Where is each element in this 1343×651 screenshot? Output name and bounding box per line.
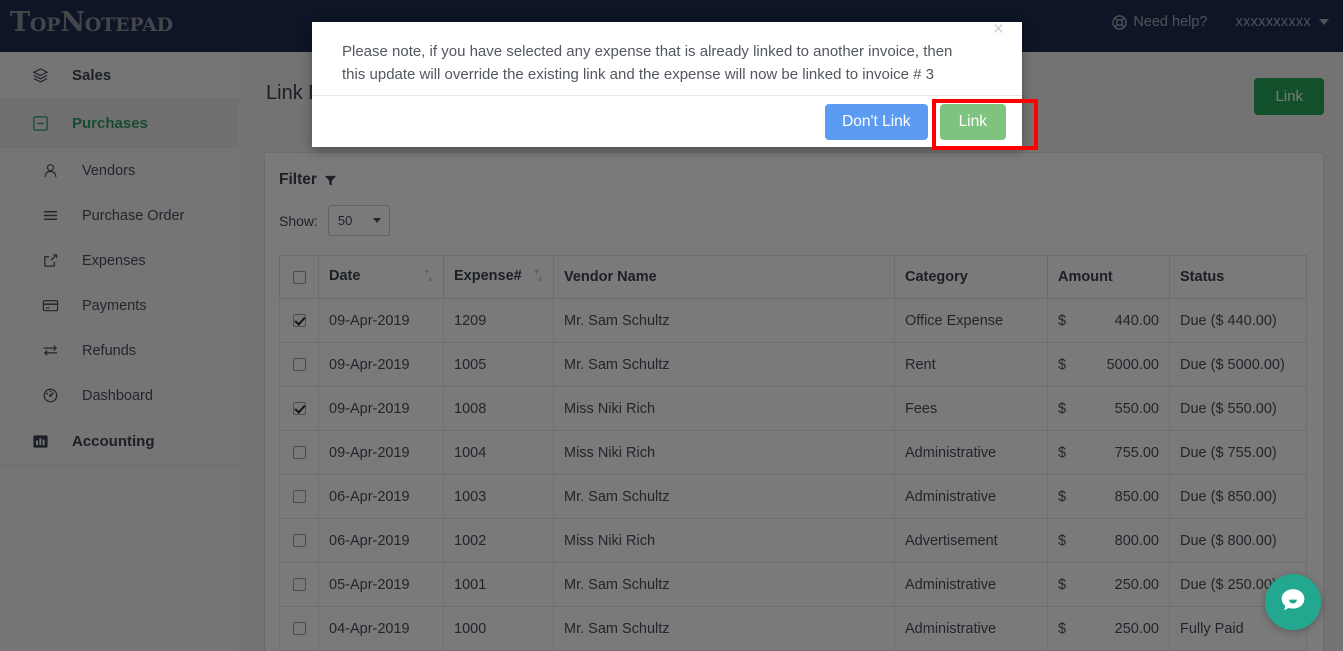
modal-body: × Please note, if you have selected any … xyxy=(312,20,1022,86)
app-root: TopNotepad Need help? xxxxxxxxxx xyxy=(0,0,1343,651)
link-confirmation-modal: × Please note, if you have selected any … xyxy=(312,20,1022,147)
chat-bubble-icon xyxy=(1278,585,1308,620)
chat-widget-button[interactable] xyxy=(1265,574,1321,630)
close-icon[interactable]: × xyxy=(993,20,1004,39)
dont-link-button[interactable]: Don't Link xyxy=(825,103,928,140)
link-button-modal[interactable]: Link xyxy=(939,103,1006,140)
modal-message: Please note, if you have selected any ex… xyxy=(342,43,953,83)
modal-footer: Don't Link Link xyxy=(312,95,1022,147)
